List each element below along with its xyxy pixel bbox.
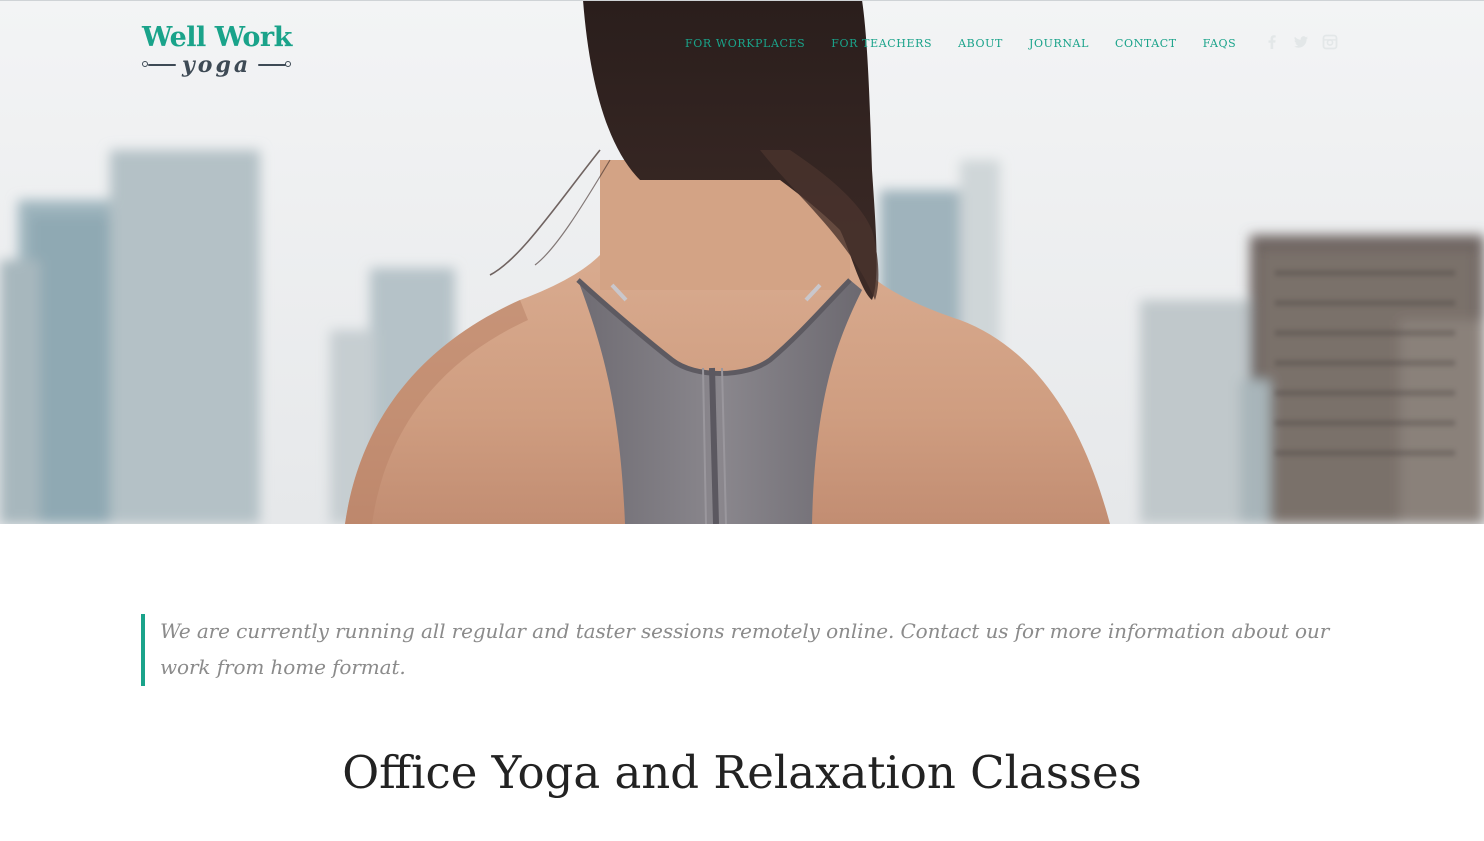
top-border xyxy=(0,0,1484,1)
remote-sessions-notice: We are currently running all regular and… xyxy=(141,614,1331,686)
logo-wordmark: Well Work xyxy=(142,22,292,53)
nav-item-faqs[interactable]: FAQS xyxy=(1203,36,1237,52)
instagram-icon[interactable] xyxy=(1322,34,1338,50)
logo-flourish xyxy=(148,64,176,66)
nav-item-for-teachers[interactable]: FOR TEACHERS xyxy=(831,36,932,52)
social-links xyxy=(1264,34,1338,50)
logo-flourish xyxy=(258,64,286,66)
logo-flourish-dot xyxy=(285,61,291,67)
main-nav: FOR WORKPLACES FOR TEACHERS ABOUT JOURNA… xyxy=(685,36,1236,52)
nav-item-journal[interactable]: JOURNAL xyxy=(1029,36,1089,52)
facebook-icon[interactable] xyxy=(1264,34,1280,50)
nav-item-about[interactable]: ABOUT xyxy=(958,36,1003,52)
nav-item-for-workplaces[interactable]: FOR WORKPLACES xyxy=(685,36,805,52)
logo-subline: yoga xyxy=(142,52,292,82)
nav-item-contact[interactable]: CONTACT xyxy=(1115,36,1177,52)
logo-yoga-text: yoga xyxy=(182,52,252,78)
notice-text: We are currently running all regular and… xyxy=(160,619,1330,679)
page-title: Office Yoga and Relaxation Classes xyxy=(342,746,1142,799)
twitter-icon[interactable] xyxy=(1293,34,1309,50)
site-logo[interactable]: Well Work yoga xyxy=(142,22,294,84)
